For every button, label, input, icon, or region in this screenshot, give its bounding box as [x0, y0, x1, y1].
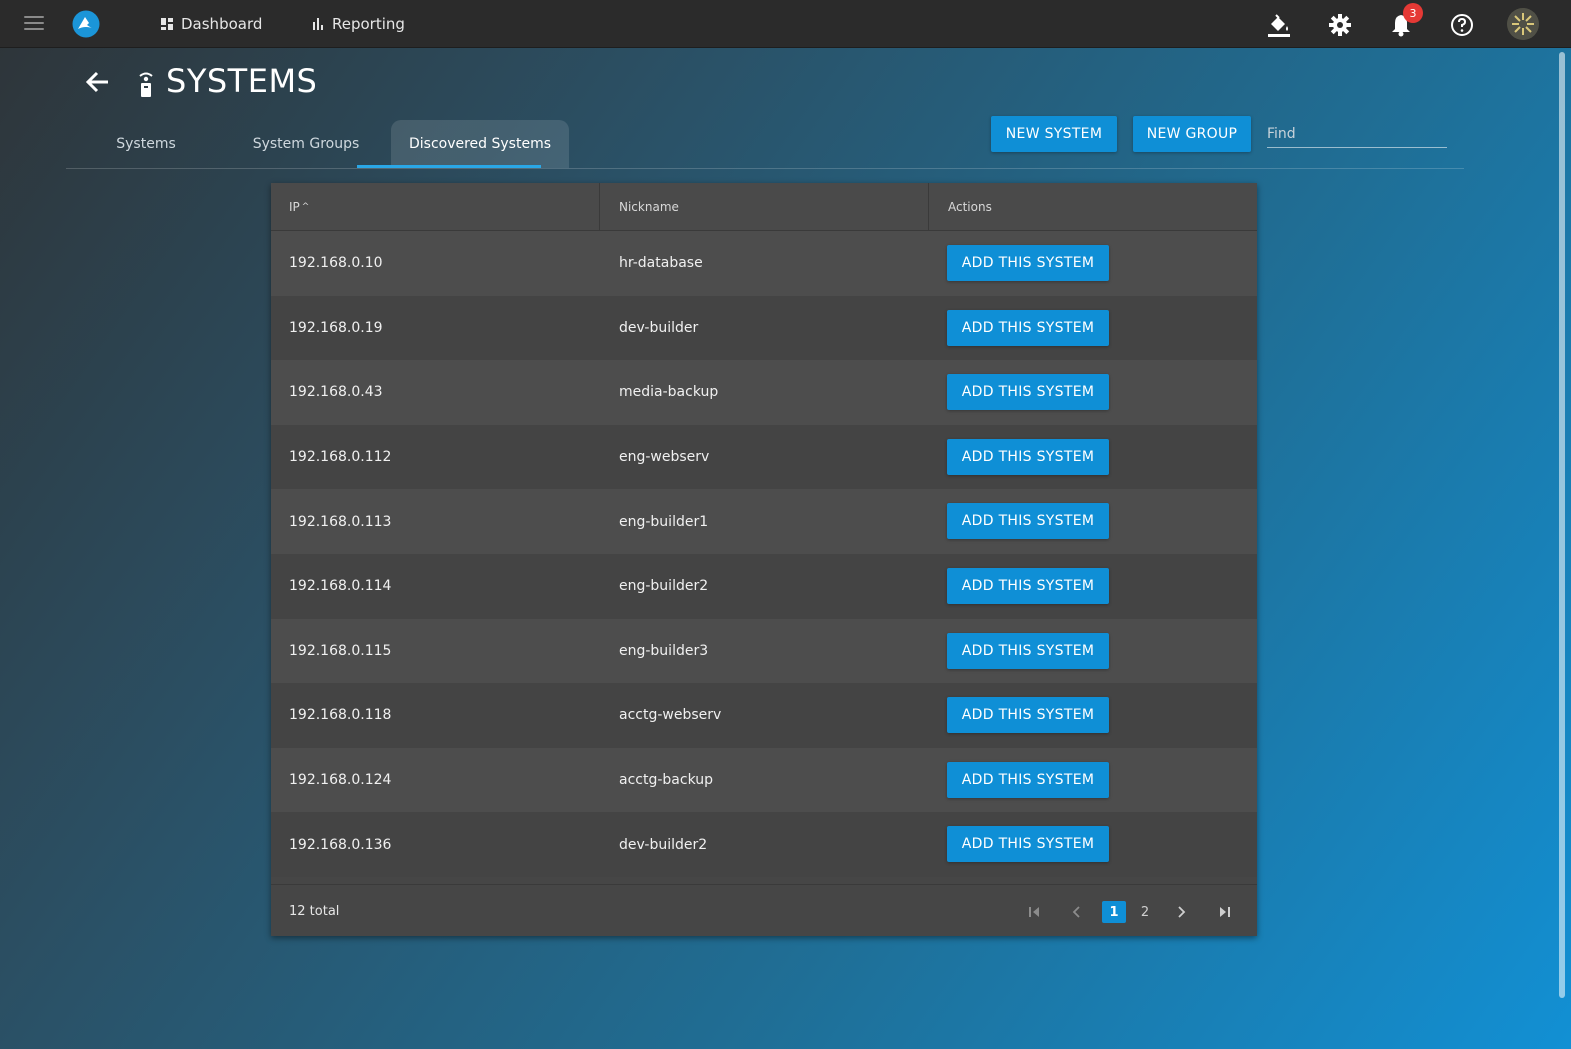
ip-cell: 192.168.0.118 [289, 707, 392, 724]
tab-systems[interactable]: Systems [92, 120, 200, 168]
nav-dashboard-label: Dashboard [181, 14, 263, 33]
add-this-system-button[interactable]: ADD THIS SYSTEM [947, 309, 1109, 346]
ip-cell: 192.168.0.113 [289, 513, 392, 530]
new-group-button[interactable]: NEW GROUP [1133, 116, 1251, 152]
table-footer: 12 total 1 2 [271, 884, 1257, 936]
column-header-ip[interactable]: IP ^ [289, 183, 309, 231]
nickname-cell: eng-builder3 [619, 642, 709, 659]
add-this-system-button[interactable]: ADD THIS SYSTEM [947, 374, 1109, 411]
nickname-cell: acctg-backup [619, 772, 714, 789]
paint-bucket-icon[interactable] [1266, 12, 1292, 38]
nickname-cell: hr-database [619, 255, 703, 272]
ip-cell: 192.168.0.136 [289, 836, 392, 853]
help-icon[interactable] [1449, 12, 1475, 38]
page-button-1[interactable]: 1 [1102, 901, 1126, 923]
last-page-icon[interactable] [1215, 901, 1235, 923]
ip-cell: 192.168.0.112 [289, 449, 392, 466]
ip-cell: 192.168.0.19 [289, 319, 383, 336]
new-system-button[interactable]: NEW SYSTEM [991, 116, 1117, 152]
ip-cell: 192.168.0.124 [289, 772, 392, 789]
system-tower-icon [139, 72, 153, 97]
back-arrow-icon[interactable] [84, 68, 112, 96]
add-this-system-button[interactable]: ADD THIS SYSTEM [947, 438, 1109, 475]
column-header-actions: Actions [948, 200, 992, 214]
table-header: IP ^ Nickname Actions [271, 183, 1257, 231]
tab-system-groups[interactable]: System Groups [236, 120, 376, 168]
menu-icon[interactable] [24, 16, 44, 32]
page-scrollbar[interactable] [1559, 52, 1565, 998]
discovered-systems-table: IP ^ Nickname Actions 192.168.0.10 hr-dat… [271, 183, 1257, 936]
nickname-cell: eng-builder2 [619, 578, 709, 595]
nav-dashboard[interactable]: Dashboard [161, 0, 262, 47]
ip-cell: 192.168.0.114 [289, 578, 392, 595]
table-row: 192.168.0.10 hr-database ADD THIS SYSTEM [271, 231, 1257, 296]
top-bar: Dashboard Reporting 3 [0, 0, 1571, 48]
add-this-system-button[interactable]: ADD THIS SYSTEM [947, 503, 1109, 540]
table-row: 192.168.0.43 media-backup ADD THIS SYSTE… [271, 360, 1257, 425]
find-input[interactable] [1267, 120, 1447, 148]
add-this-system-button[interactable]: ADD THIS SYSTEM [947, 826, 1109, 863]
total-count: 12 total [289, 903, 340, 919]
table-row: 192.168.0.112 eng-webserv ADD THIS SYSTE… [271, 424, 1257, 490]
table-row: 192.168.0.136 dev-builder2 ADD THIS SYST… [271, 812, 1257, 877]
table-row: 192.168.0.124 acctg-backup ADD THIS SYST… [271, 747, 1257, 813]
page-title: SYSTEMS [166, 62, 318, 100]
nickname-cell: eng-webserv [619, 449, 710, 466]
ip-cell: 192.168.0.43 [289, 384, 383, 401]
nickname-cell: acctg-webserv [619, 707, 722, 724]
ip-cell: 192.168.0.115 [289, 642, 392, 659]
notification-badge: 3 [1403, 3, 1423, 23]
bar-chart-icon [313, 17, 323, 30]
table-row: 192.168.0.115 eng-builder3 ADD THIS SYST… [271, 618, 1257, 684]
tabs-divider [66, 168, 1464, 169]
column-header-nickname: Nickname [619, 200, 679, 214]
add-this-system-button[interactable]: ADD THIS SYSTEM [947, 568, 1109, 604]
first-page-icon[interactable] [1024, 901, 1044, 923]
dashboard-icon [161, 17, 173, 30]
ip-cell: 192.168.0.10 [289, 255, 383, 272]
add-this-system-button[interactable]: ADD THIS SYSTEM [947, 245, 1109, 281]
nickname-cell: eng-builder1 [619, 513, 709, 530]
nickname-cell: dev-builder2 [619, 836, 708, 853]
sort-ascending-icon: ^ [301, 202, 310, 212]
add-this-system-button[interactable]: ADD THIS SYSTEM [947, 697, 1109, 734]
add-this-system-button[interactable]: ADD THIS SYSTEM [947, 761, 1109, 798]
nickname-cell: media-backup [619, 384, 719, 401]
app-logo[interactable] [72, 10, 100, 38]
prev-page-icon[interactable] [1067, 901, 1087, 923]
page-button-2[interactable]: 2 [1133, 901, 1157, 923]
avatar[interactable] [1507, 8, 1539, 40]
table-row: 192.168.0.118 acctg-webserv ADD THIS SYS… [271, 683, 1257, 748]
nav-reporting-label: Reporting [332, 14, 405, 33]
column-separator [599, 183, 600, 231]
table-row: 192.168.0.114 eng-builder2 ADD THIS SYST… [271, 554, 1257, 619]
nav-reporting[interactable]: Reporting [313, 0, 405, 47]
next-page-icon[interactable] [1171, 901, 1191, 923]
nickname-cell: dev-builder [619, 319, 699, 336]
add-this-system-button[interactable]: ADD THIS SYSTEM [947, 632, 1109, 669]
table-row: 192.168.0.19 dev-builder ADD THIS SYSTEM [271, 295, 1257, 361]
table-row: 192.168.0.113 eng-builder1 ADD THIS SYST… [271, 489, 1257, 554]
column-separator [928, 183, 929, 231]
tab-discovered-systems[interactable]: Discovered Systems [391, 120, 569, 168]
gear-icon[interactable] [1327, 12, 1353, 38]
